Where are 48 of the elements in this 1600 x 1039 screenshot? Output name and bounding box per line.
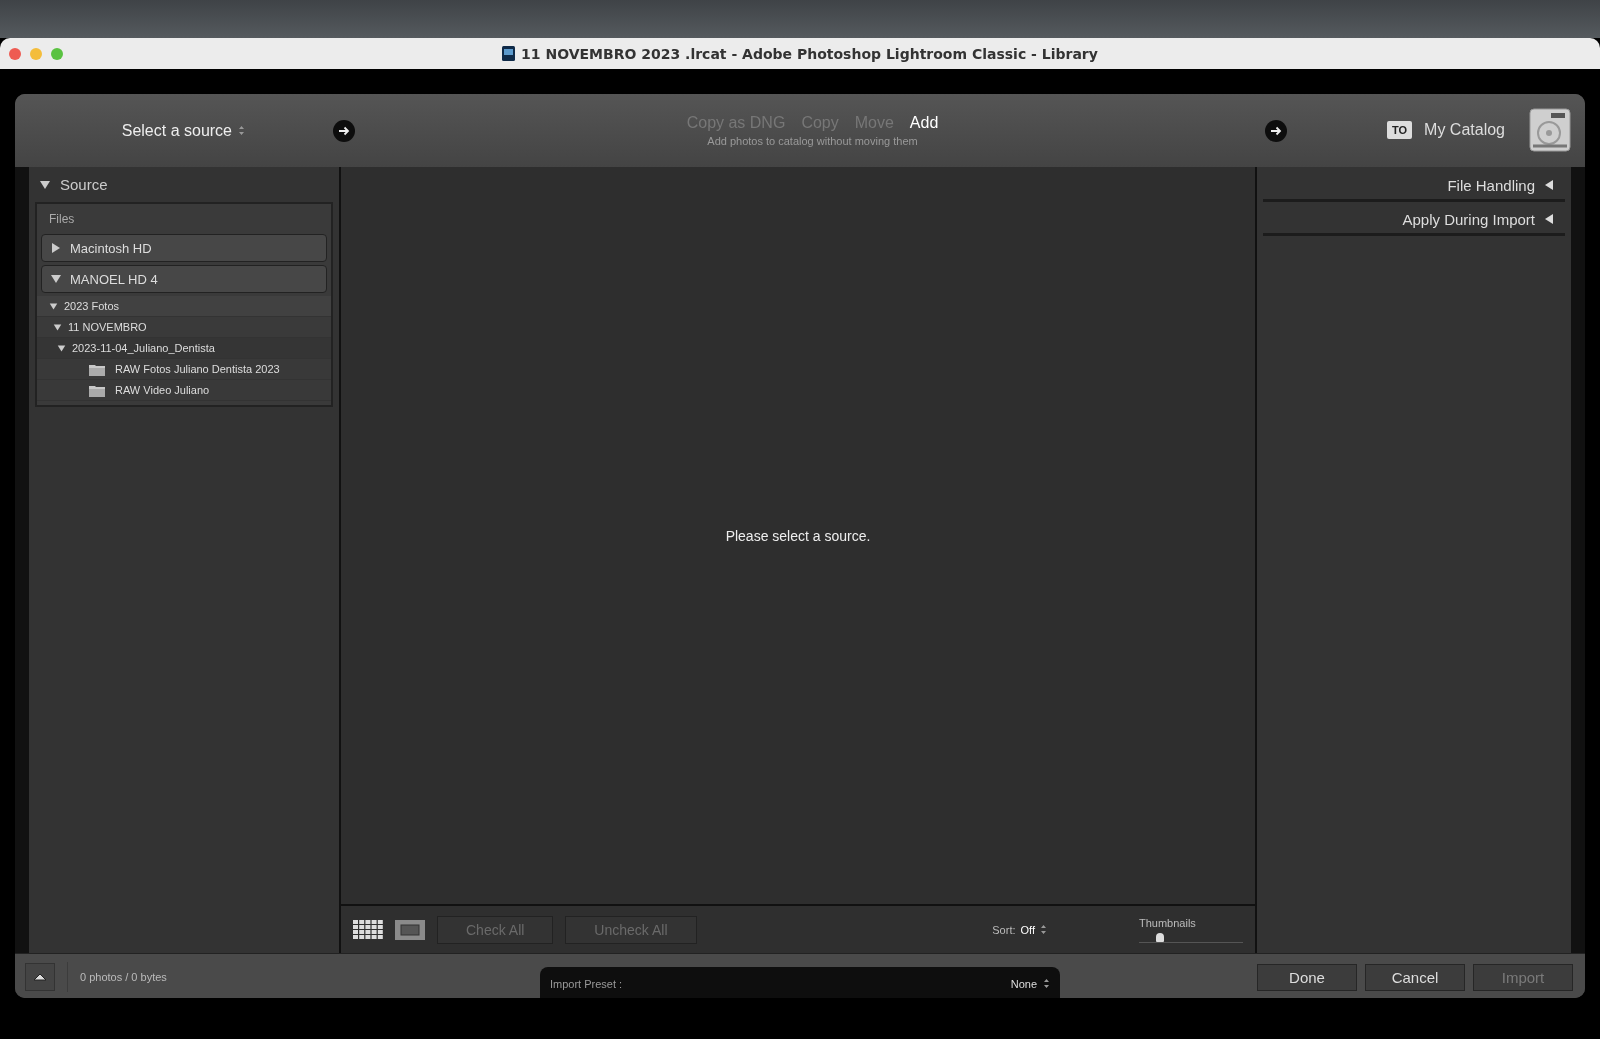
status-text: 0 photos / 0 bytes [80, 971, 167, 983]
volume-item[interactable]: MANOEL HD 4 [70, 271, 158, 287]
expanded-triangle-icon[interactable] [50, 273, 62, 285]
dialog-button[interactable]: Cancel [1365, 963, 1465, 991]
folder-item[interactable]: RAW Video Juliano [115, 384, 210, 396]
arrow-button[interactable] [333, 119, 355, 142]
loupe-view-icon[interactable] [395, 919, 425, 940]
panel-title[interactable]: Source [60, 176, 108, 193]
expanded-triangle-icon[interactable] [53, 322, 62, 332]
updown-icon[interactable] [1040, 924, 1047, 935]
collapsed-triangle-icon[interactable] [1543, 179, 1555, 191]
thumbnails-label: Thumbnails [1139, 916, 1197, 929]
window-title: 11 NOVEMBRO 2023 .lrcat - Adobe Photoshop Lightroom Classic - Library [521, 45, 1098, 62]
collapsed-triangle-icon[interactable] [1543, 213, 1555, 225]
mode-description: Add photos to catalog without moving them [707, 135, 918, 147]
grid-view-icon[interactable] [353, 920, 383, 939]
up-triangle-icon [33, 972, 47, 982]
expanded-triangle-icon[interactable] [39, 178, 51, 191]
destination-label[interactable]: My Catalog [1424, 121, 1505, 139]
sort-dropdown[interactable]: Off [1020, 923, 1035, 936]
to-badge: TO [1387, 121, 1413, 139]
folder-icon [89, 362, 105, 376]
expand-button[interactable] [25, 963, 55, 991]
folder-item[interactable]: 11 NOVEMBRO [68, 321, 147, 333]
panel-title[interactable]: File Handling [1447, 176, 1535, 194]
thumbnail-size-slider[interactable] [1155, 932, 1164, 942]
updown-icon[interactable] [238, 125, 245, 136]
folder-item[interactable]: 2023 Fotos [64, 300, 120, 312]
sort-label: Sort: [992, 923, 1016, 936]
hard-drive-icon[interactable] [1529, 108, 1571, 152]
source-selector[interactable]: Select a source [121, 121, 232, 140]
folder-icon [89, 383, 105, 397]
expanded-triangle-icon[interactable] [49, 301, 58, 311]
mode-tab[interactable]: Add [909, 114, 939, 132]
preset-dropdown[interactable]: None [1010, 977, 1037, 990]
preset-label: Import Preset : [550, 977, 623, 990]
updown-icon[interactable] [1043, 978, 1050, 989]
panel-title[interactable]: Apply During Import [1402, 210, 1535, 228]
collapsed-triangle-icon[interactable] [50, 242, 62, 254]
expanded-triangle-icon[interactable] [57, 343, 66, 353]
dialog-button[interactable]: Done [1257, 963, 1357, 991]
section-label: Files [48, 211, 76, 228]
folder-item[interactable]: RAW Fotos Juliano Dentista 2023 [115, 363, 280, 375]
empty-message: Please select a source. [725, 527, 871, 544]
arrow-button[interactable] [1265, 119, 1287, 142]
close-button[interactable] [9, 47, 21, 60]
volume-item[interactable]: Macintosh HD [70, 240, 152, 256]
app-icon [502, 46, 516, 61]
